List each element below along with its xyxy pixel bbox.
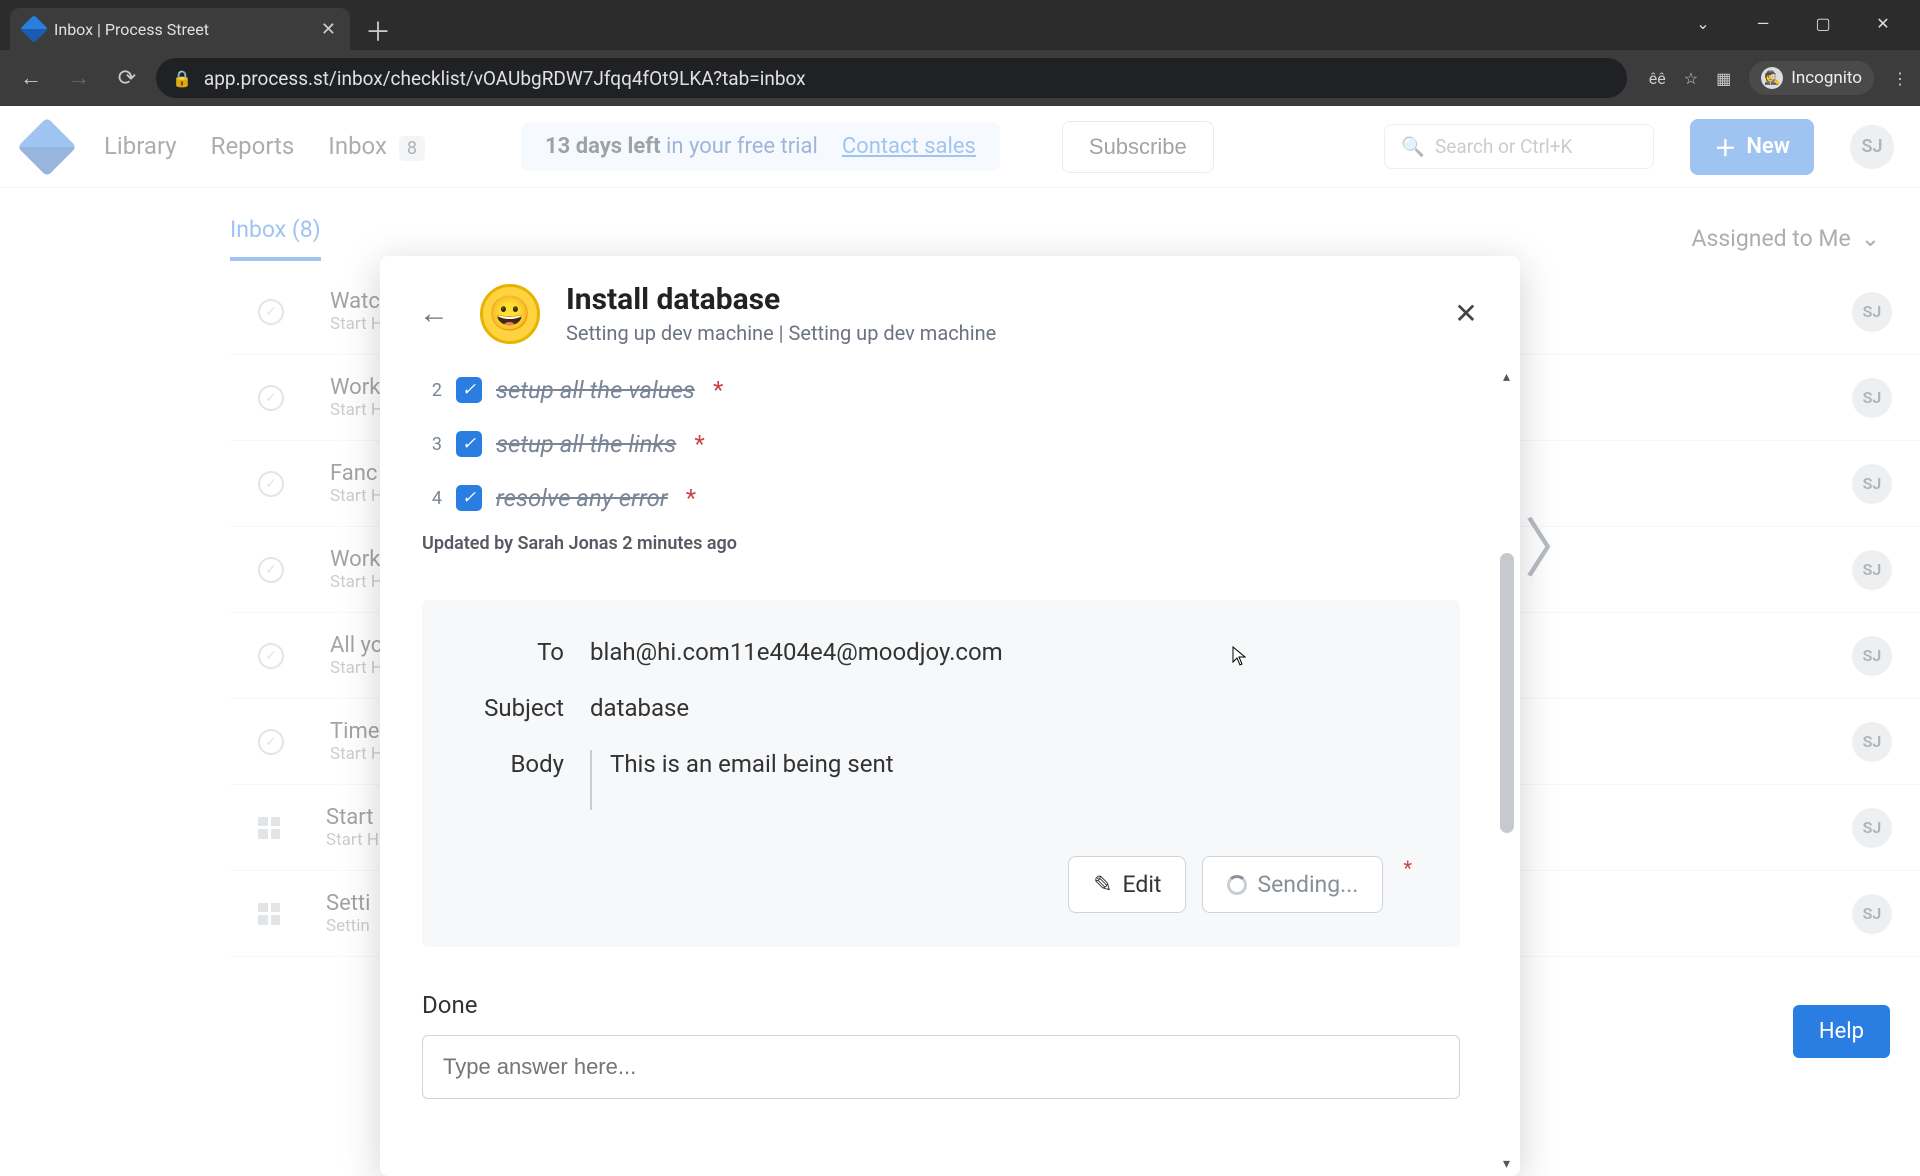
checklist-number: 3 — [422, 434, 442, 455]
incognito-indicator[interactable]: 🕵 Incognito — [1749, 61, 1874, 95]
email-card: To blah@hi.com11e404e4@moodjoy.com Subje… — [422, 600, 1460, 947]
scroll-down-icon[interactable]: ▾ — [1503, 1156, 1510, 1172]
done-section: Done — [422, 991, 1460, 1099]
required-star-icon: * — [694, 430, 704, 458]
checkbox-icon[interactable]: ✓ — [456, 377, 482, 403]
checkbox-icon[interactable]: ✓ — [456, 431, 482, 457]
checklist-item[interactable]: 2 ✓ setup all the values * — [422, 363, 1460, 417]
scrollbar-thumb[interactable] — [1500, 553, 1514, 833]
tab-close-icon[interactable]: ✕ — [321, 19, 336, 40]
email-body-label: Body — [470, 750, 590, 778]
done-label: Done — [422, 991, 1460, 1019]
checklist-number: 2 — [422, 380, 442, 401]
modal-subtitle: Setting up dev machine | Setting up dev … — [566, 321, 996, 345]
spinner-icon — [1227, 875, 1247, 895]
scroll-up-icon[interactable]: ▴ — [1503, 369, 1510, 385]
modal-header: ← 😀 Install database Setting up dev mach… — [380, 256, 1520, 363]
browser-chrome: Inbox | Process Street ✕ ＋ ⌄ ― ▢ ✕ ← → ⟳… — [0, 0, 1920, 106]
favicon-icon — [20, 15, 48, 43]
send-button[interactable]: Sending... — [1202, 856, 1383, 913]
modal-title: Install database — [566, 282, 996, 317]
checklist-label: resolve any error — [496, 484, 668, 512]
modal-close-icon[interactable]: ✕ — [1446, 294, 1486, 334]
checklist: 2 ✓ setup all the values * 3 ✓ setup all… — [422, 363, 1460, 525]
new-tab-button[interactable]: ＋ — [358, 10, 398, 50]
task-modal: ← 😀 Install database Setting up dev mach… — [380, 256, 1520, 1176]
next-item-chevron-icon[interactable]: 〉 — [1524, 498, 1588, 590]
reload-icon[interactable]: ⟳ — [108, 59, 146, 97]
checklist-label: setup all the links — [496, 430, 676, 458]
edit-button[interactable]: ✎ Edit — [1068, 856, 1186, 913]
app-root: Library Reports Inbox 8 13 days left in … — [0, 106, 1920, 1080]
help-button[interactable]: Help — [1793, 1005, 1890, 1058]
bookmark-icon[interactable]: ☆ — [1684, 69, 1698, 88]
modal-back-icon[interactable]: ← — [414, 296, 454, 331]
lock-icon: 🔒 — [172, 69, 192, 88]
window-minimize-icon[interactable]: ― — [1734, 6, 1792, 40]
checklist-label: setup all the values — [496, 376, 695, 404]
email-to-value: blah@hi.com11e404e4@moodjoy.com — [590, 638, 1412, 666]
checkbox-icon[interactable]: ✓ — [456, 485, 482, 511]
email-body-value: This is an email being sent — [590, 750, 1412, 810]
browser-tab[interactable]: Inbox | Process Street ✕ — [10, 8, 350, 50]
required-star-icon: * — [686, 484, 696, 512]
email-subject-label: Subject — [470, 694, 590, 722]
incognito-label: Incognito — [1791, 68, 1862, 88]
address-bar: ← → ⟳ 🔒 app.process.st/inbox/checklist/v… — [0, 50, 1920, 106]
back-icon[interactable]: ← — [12, 59, 50, 97]
window-controls: ⌄ ― ▢ ✕ — [1674, 6, 1912, 40]
tab-search-icon[interactable]: ⌄ — [1674, 6, 1732, 40]
email-to-label: To — [470, 638, 590, 666]
tab-strip: Inbox | Process Street ✕ ＋ — [0, 0, 1920, 50]
modal-body: ▴ ▾ 2 ✓ setup all the values * 3 ✓ setup… — [380, 363, 1520, 1176]
updated-by-text: Updated by Sarah Jonas 2 minutes ago — [422, 533, 1460, 554]
email-subject-value: database — [590, 694, 1412, 722]
forward-icon: → — [60, 59, 98, 97]
tab-title: Inbox | Process Street — [54, 20, 209, 39]
pencil-icon: ✎ — [1093, 871, 1112, 898]
sending-label: Sending... — [1257, 871, 1358, 898]
required-star-icon: * — [713, 376, 723, 404]
window-close-icon[interactable]: ✕ — [1854, 6, 1912, 40]
extensions-icon[interactable]: ▦ — [1716, 69, 1731, 88]
email-actions: ✎ Edit Sending... * — [470, 856, 1412, 913]
checklist-item[interactable]: 3 ✓ setup all the links * — [422, 417, 1460, 471]
url-input[interactable]: 🔒 app.process.st/inbox/checklist/vOAUbgR… — [156, 58, 1627, 98]
edit-label: Edit — [1122, 871, 1161, 898]
answer-input[interactable] — [422, 1035, 1460, 1099]
required-indicator-icon: * — [1403, 856, 1412, 880]
window-maximize-icon[interactable]: ▢ — [1794, 6, 1852, 40]
checklist-number: 4 — [422, 488, 442, 509]
eye-off-icon[interactable]: êê — [1649, 69, 1666, 88]
kebab-menu-icon[interactable]: ⋮ — [1892, 69, 1908, 88]
url-text: app.process.st/inbox/checklist/vOAUbgRDW… — [204, 67, 806, 90]
checklist-item[interactable]: 4 ✓ resolve any error * — [422, 471, 1460, 525]
task-emoji-icon: 😀 — [480, 284, 540, 344]
incognito-icon: 🕵 — [1761, 67, 1783, 89]
